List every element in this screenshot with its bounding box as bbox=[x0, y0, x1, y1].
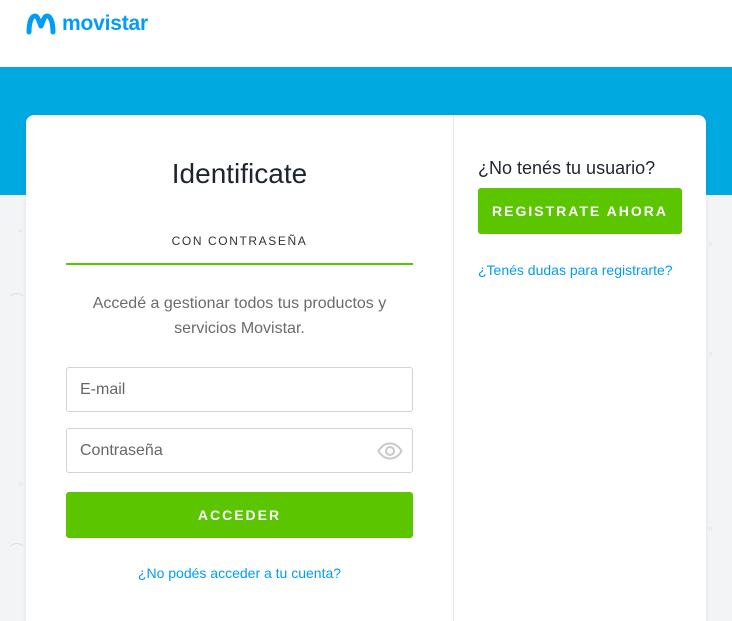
forgot-account-link[interactable]: ¿No podés acceder a tu cuenta? bbox=[66, 565, 413, 581]
background-decoration: ◦ bbox=[708, 345, 713, 361]
page-title: Identificate bbox=[171, 158, 308, 189]
register-help-link[interactable]: ¿Tenés dudas para registrarte? bbox=[478, 262, 673, 278]
email-field bbox=[66, 367, 413, 412]
top-header: movistar bbox=[0, 0, 732, 67]
movistar-logo[interactable]: movistar bbox=[26, 12, 148, 36]
tab-con-contrasena[interactable]: CON CONTRASEÑA bbox=[66, 234, 413, 248]
panel-divider bbox=[453, 115, 454, 621]
background-decoration: ◦ bbox=[18, 475, 23, 491]
password-field bbox=[66, 428, 413, 473]
password-input[interactable] bbox=[67, 429, 412, 472]
login-description: Accedé a gestionar todos tus productos y… bbox=[92, 295, 387, 337]
email-input[interactable] bbox=[67, 368, 412, 411]
background-decoration: ◦ bbox=[708, 520, 713, 536]
acceder-button[interactable]: ACCEDER bbox=[66, 492, 413, 538]
background-decoration: ◦ bbox=[18, 222, 23, 238]
movistar-m-icon bbox=[26, 13, 56, 35]
eye-icon[interactable] bbox=[376, 438, 404, 464]
brand-name: movistar bbox=[62, 12, 148, 35]
background-decoration: ⌒ bbox=[10, 542, 24, 558]
background-decoration: ⌒ bbox=[10, 292, 24, 308]
registrate-button[interactable]: REGISTRATE AHORA bbox=[478, 188, 682, 234]
register-title: ¿No tenés tu usuario? bbox=[478, 158, 656, 178]
login-card: Identificate CON CONTRASEÑA Accedé a ges… bbox=[26, 115, 706, 621]
tab-active-indicator bbox=[66, 263, 413, 265]
background-decoration: ◦ bbox=[708, 235, 713, 251]
